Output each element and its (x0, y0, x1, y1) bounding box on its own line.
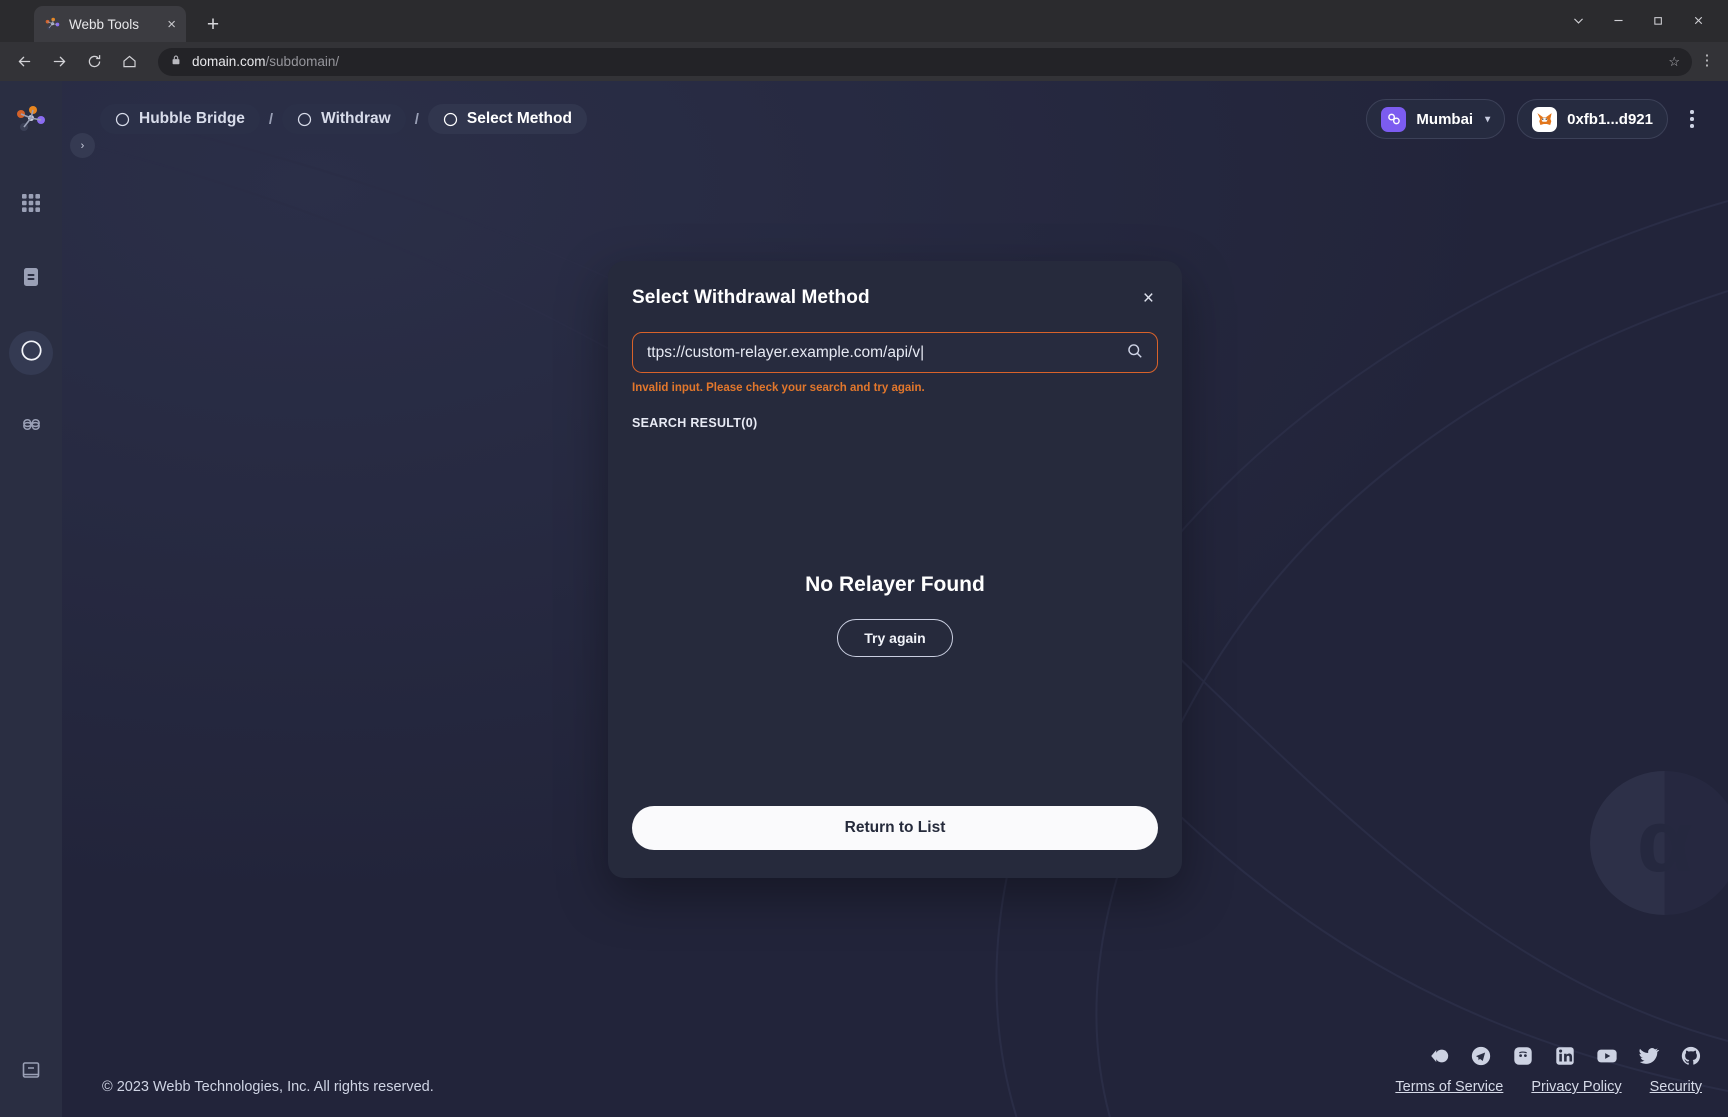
github-icon[interactable] (1680, 1045, 1702, 1067)
browser-navbar: domain.com/subdomain/ ☆ ⋮ (0, 42, 1728, 81)
forward-icon[interactable] (43, 45, 76, 78)
app-content: Hubble Bridge / Withdraw / Select Method… (62, 81, 1728, 1117)
maximize-restore-icon[interactable] (1638, 6, 1678, 34)
close-icon[interactable]: × (1139, 287, 1158, 310)
footer-link-terms[interactable]: Terms of Service (1395, 1079, 1503, 1095)
search-result-count: SEARCH RESULT(0) (632, 416, 758, 430)
youtube-icon[interactable] (1596, 1045, 1618, 1067)
try-again-button[interactable]: Try again (837, 619, 953, 657)
select-withdrawal-method-modal: Select Withdrawal Method × Invalid input… (608, 261, 1182, 878)
relayer-search-box[interactable] (632, 332, 1158, 373)
new-tab-button[interactable]: + (200, 14, 226, 35)
sidebar-item-statistics[interactable] (9, 257, 53, 301)
wrap-unwrap-icon (20, 413, 43, 441)
search-section: Invalid input. Please check your search … (632, 332, 1158, 430)
document-icon (20, 266, 42, 293)
circle-icon (297, 112, 312, 127)
wallet-button[interactable]: 0xfb1...d921 (1517, 99, 1668, 139)
bridge-icon (115, 112, 130, 127)
return-to-list-button[interactable]: Return to List (632, 806, 1158, 850)
app-topbar: Hubble Bridge / Withdraw / Select Method… (100, 99, 1704, 139)
minimize-icon[interactable] (1598, 6, 1638, 34)
address-bar-text: domain.com/subdomain/ (192, 54, 339, 69)
tab-title: Webb Tools (69, 16, 140, 32)
webb-logo[interactable] (14, 103, 48, 137)
modal-title: Select Withdrawal Method (632, 287, 870, 308)
app-footer: © 2023 Webb Technologies, Inc. All right… (62, 997, 1728, 1117)
discord-icon[interactable] (1512, 1045, 1534, 1067)
sidebar-expand-button[interactable]: › (70, 133, 95, 158)
browser-tab[interactable]: Webb Tools × (34, 6, 186, 42)
breadcrumb-label: Withdraw (321, 110, 391, 127)
circle-icon (443, 112, 458, 127)
browser-tabstrip: Webb Tools × + (0, 0, 1728, 42)
browser-window: Webb Tools × + domain.com/subdomain/ ☆ ⋮… (0, 0, 1728, 1117)
reload-icon[interactable] (78, 45, 111, 78)
close-tab-icon[interactable]: × (167, 17, 176, 32)
breadcrumb-item-hubble-bridge[interactable]: Hubble Bridge (100, 104, 260, 134)
polygon-chain-icon (1381, 106, 1407, 132)
sidebar-item-bridge[interactable] (9, 331, 53, 375)
copyright-text: © 2023 Webb Technologies, Inc. All right… (102, 1079, 434, 1095)
bridge-icon (20, 339, 43, 367)
breadcrumb-item-select-method[interactable]: Select Method (427, 104, 587, 134)
apps-grid-icon (20, 192, 42, 219)
breadcrumb-separator: / (268, 110, 274, 128)
linkedin-icon[interactable] (1554, 1045, 1576, 1067)
sidebar-item-apps[interactable] (9, 183, 53, 227)
sidebar-items (9, 183, 53, 449)
back-icon[interactable] (8, 45, 41, 78)
chain-selector[interactable]: Mumbai ▾ (1366, 99, 1506, 139)
webb-logo-icon (44, 16, 61, 33)
social-links (1428, 1045, 1702, 1067)
search-input[interactable] (647, 343, 1117, 362)
url-path: /subdomain/ (265, 54, 340, 69)
chevron-down-icon: ▾ (1485, 113, 1491, 125)
more-menu-icon[interactable] (1680, 102, 1704, 136)
breadcrumb-label: Select Method (466, 110, 572, 127)
empty-state-title: No Relayer Found (805, 573, 985, 596)
sidebar-item-docs[interactable] (9, 1051, 53, 1095)
modal-header: Select Withdrawal Method × (632, 287, 1158, 310)
sidebar (0, 81, 62, 1117)
breadcrumb: Hubble Bridge / Withdraw / Select Method (100, 104, 587, 134)
browser-menu-icon[interactable]: ⋮ (1694, 54, 1720, 68)
search-icon[interactable] (1127, 343, 1143, 363)
lock-icon (170, 53, 182, 71)
address-bar[interactable]: domain.com/subdomain/ ☆ (158, 47, 1692, 76)
url-domain: domain.com (192, 54, 266, 69)
twitter-icon[interactable] (1638, 1045, 1660, 1067)
book-icon (20, 1060, 42, 1087)
search-error-message: Invalid input. Please check your search … (632, 382, 925, 394)
commonwealth-icon[interactable] (1428, 1045, 1450, 1067)
empty-state: No Relayer Found Try again (632, 430, 1158, 800)
tab-search-chevron-icon[interactable] (1558, 6, 1598, 34)
bookmark-star-icon[interactable]: ☆ (1668, 54, 1680, 70)
header-actions: Mumbai ▾ 0xfb1...d921 (1366, 99, 1704, 139)
footer-links: Terms of Service Privacy Policy Security (1395, 1079, 1702, 1095)
breadcrumb-label: Hubble Bridge (139, 110, 245, 127)
metamask-fox-icon (1532, 106, 1558, 132)
window-controls (1558, 6, 1718, 34)
telegram-icon[interactable] (1470, 1045, 1492, 1067)
footer-right: Terms of Service Privacy Policy Security (1395, 1045, 1702, 1117)
sidebar-item-wrap-unwrap[interactable] (9, 405, 53, 449)
footer-link-privacy[interactable]: Privacy Policy (1531, 1079, 1621, 1095)
chain-label: Mumbai (1416, 110, 1474, 128)
home-icon[interactable] (113, 45, 146, 78)
footer-link-security[interactable]: Security (1650, 1079, 1702, 1095)
wallet-address: 0xfb1...d921 (1567, 110, 1653, 128)
breadcrumb-item-withdraw[interactable]: Withdraw (282, 104, 406, 134)
close-window-icon[interactable] (1678, 6, 1718, 34)
app-root: α › Hubble Bridge / Withdraw / Select Me… (0, 81, 1728, 1117)
breadcrumb-separator: / (414, 110, 419, 128)
